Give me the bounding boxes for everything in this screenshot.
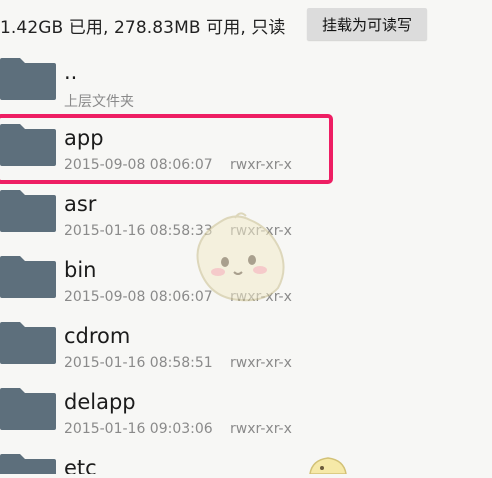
top-bar: 1.42GB 已用, 278.83MB 可用, 只读 挂载为可读写	[0, 0, 492, 46]
list-item-delapp[interactable]: delapp 2015-01-16 09:03:06 rwxr-xr-x	[0, 376, 492, 442]
storage-info: 1.42GB 已用, 278.83MB 可用, 只读	[0, 18, 286, 38]
list-item-app[interactable]: app 2015-09-08 08:06:07 rwxr-xr-x	[0, 112, 492, 178]
file-name: etc	[64, 456, 97, 474]
file-subtitle: 上层文件夹	[64, 94, 134, 110]
file-permissions: rwxr-xr-x	[230, 355, 292, 371]
folder-icon	[0, 122, 56, 166]
file-permissions: rwxr-xr-x	[230, 157, 292, 173]
mount-read-write-button[interactable]: 挂载为可读写	[307, 8, 427, 40]
file-date: 2015-09-08 08:06:07	[64, 157, 213, 173]
folder-icon	[0, 254, 56, 298]
file-name: cdrom	[64, 324, 131, 348]
file-name: ..	[64, 60, 78, 84]
list-item-cdrom[interactable]: cdrom 2015-01-16 08:58:51 rwxr-xr-x	[0, 310, 492, 376]
list-item-parent[interactable]: .. 上层文件夹	[0, 46, 492, 112]
file-name: delapp	[64, 390, 136, 414]
file-name: bin	[64, 258, 97, 282]
folder-icon	[0, 56, 56, 100]
mascot-watermark-icon	[190, 210, 295, 309]
file-permissions: rwxr-xr-x	[230, 421, 292, 437]
file-name: asr	[64, 192, 97, 216]
file-date: 2015-01-16 09:03:06	[64, 421, 213, 437]
file-name: app	[64, 126, 104, 150]
folder-icon	[0, 386, 56, 430]
folder-icon	[0, 452, 56, 474]
folder-icon	[0, 320, 56, 364]
list-item-etc[interactable]: etc	[0, 442, 492, 474]
folder-icon	[0, 188, 56, 232]
mascot-corner-icon	[308, 456, 348, 478]
file-date: 2015-01-16 08:58:51	[64, 355, 213, 371]
